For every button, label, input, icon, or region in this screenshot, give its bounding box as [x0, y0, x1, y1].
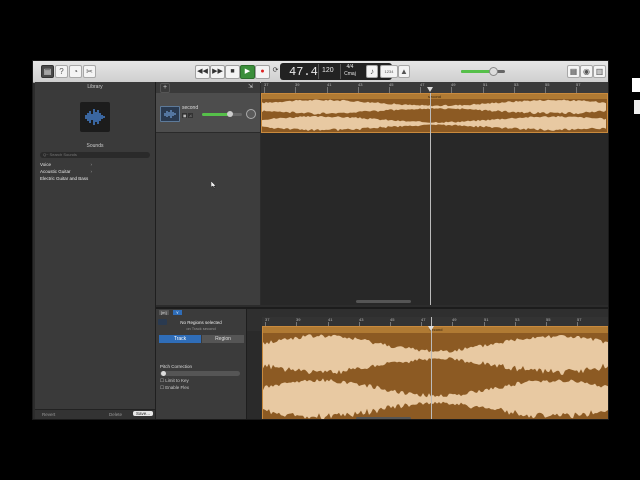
- garageband-window: ▤ ? ◔ ✂ ◀◀ ▶▶ ■ ▶ ● ⟳ 47.4 120 4/4 Cmaj …: [32, 60, 609, 420]
- editor-ruler[interactable]: 37 39 41 43 45 47 49 51 53 55 57: [262, 317, 608, 328]
- count-in-button[interactable]: 1234: [380, 65, 398, 78]
- playhead-position: 47.4: [289, 65, 318, 79]
- track-header[interactable]: second ◼ ♫: [156, 93, 260, 133]
- sounds-title: Sounds: [86, 143, 104, 149]
- headphones-icon[interactable]: ♫: [188, 113, 193, 118]
- editor-ruler-tick: 49: [452, 317, 457, 328]
- library-category-electric-guitar-bass[interactable]: Electric Guitar and Bass: [40, 176, 148, 181]
- editor-ruler-tick: 55: [546, 317, 551, 328]
- ruler-tick: 55: [545, 82, 550, 93]
- editor-ruler-tick: 51: [484, 317, 489, 328]
- editor-ruler-tick: 45: [390, 317, 395, 328]
- editor-inspector: [m] Y No Regions selected on Track secon…: [156, 309, 247, 419]
- limit-to-key-checkbox[interactable]: ☐ Limit to Key: [160, 378, 189, 384]
- edge-artifact: [632, 78, 640, 92]
- audio-editor: [m] Y No Regions selected on Track secon…: [156, 307, 608, 419]
- pitch-correction-slider[interactable]: [160, 371, 240, 376]
- ruler-tick: 39: [295, 82, 300, 93]
- tab-region[interactable]: Region: [202, 335, 244, 343]
- add-track-button[interactable]: +: [160, 83, 170, 93]
- editor-ruler-tick: 53: [515, 317, 520, 328]
- editors-icon[interactable]: ✂: [83, 65, 96, 78]
- ruler-tick: 57: [576, 82, 581, 93]
- catch-playhead-icon[interactable]: ⇲: [248, 83, 253, 90]
- tempo-value: 120: [322, 67, 334, 74]
- rewind-icon[interactable]: ◀◀: [195, 65, 210, 79]
- track-icon: [160, 106, 180, 122]
- no-selection-sub: on Track second: [186, 326, 216, 331]
- editor-ruler-tick: 43: [359, 317, 364, 328]
- editor-scrollbar[interactable]: [356, 417, 411, 419]
- media-browser-icon[interactable]: ▥: [593, 65, 606, 78]
- editor-mode-button[interactable]: [m]: [159, 310, 169, 315]
- revert-button[interactable]: Revert: [42, 412, 55, 417]
- play-icon[interactable]: ▶: [240, 65, 255, 79]
- ruler-tick: 49: [451, 82, 456, 93]
- editor-playhead-handle[interactable]: [428, 326, 434, 331]
- enable-flex-label: Enable Flex: [165, 385, 190, 390]
- ruler-tick: 41: [327, 82, 332, 93]
- editor-playhead-line: [431, 317, 432, 419]
- pitch-correction-label: Pitch Correction: [160, 364, 193, 369]
- tracks-area[interactable]: second: [261, 93, 608, 305]
- library-category-acoustic-guitar[interactable]: Acoustic Guitar ›: [40, 169, 148, 174]
- toolbar: ▤ ? ◔ ✂ ◀◀ ▶▶ ■ ▶ ● ⟳ 47.4 120 4/4 Cmaj …: [33, 61, 608, 83]
- ruler-tick: 37: [264, 82, 269, 93]
- save-button[interactable]: Save...: [133, 411, 154, 416]
- library-category-voice[interactable]: Voice ›: [40, 162, 148, 167]
- tab-track[interactable]: Track: [159, 335, 201, 343]
- mute-button[interactable]: ◼: [182, 113, 188, 118]
- metronome-icon[interactable]: ▲: [398, 65, 410, 78]
- library-title: Library: [87, 84, 103, 90]
- patch-waveform-icon: [80, 102, 110, 132]
- ruler-tick: 53: [514, 82, 519, 93]
- master-volume-slider[interactable]: [461, 67, 505, 76]
- region-waveform: [262, 99, 606, 132]
- limit-to-key-label: Limit to Key: [165, 378, 189, 383]
- ruler-tick: 43: [358, 82, 363, 93]
- mouse-cursor-icon: [211, 181, 217, 189]
- library-icon[interactable]: ▤: [41, 65, 54, 78]
- time-signature: 4/4 Cmaj: [344, 64, 356, 77]
- playhead-line: [430, 93, 431, 305]
- playhead-handle[interactable]: [427, 87, 433, 92]
- record-icon[interactable]: ●: [255, 65, 270, 79]
- editor-audio-region[interactable]: second: [262, 326, 608, 419]
- smart-controls-icon[interactable]: ◔: [69, 65, 82, 78]
- editor-pitch-gutter: [247, 331, 261, 419]
- edge-artifact: [634, 100, 640, 114]
- editor-ruler-tick: 57: [577, 317, 582, 328]
- ruler-tick: 47: [420, 82, 425, 93]
- ruler-tick: 45: [389, 82, 394, 93]
- library-search-input[interactable]: Q~ Search Sounds: [40, 152, 150, 158]
- loop-browser-icon[interactable]: ◉: [580, 65, 593, 78]
- editor-ruler-tick: 37: [265, 317, 270, 328]
- pan-knob[interactable]: [246, 109, 256, 119]
- library-panel: Library Sounds Q~ Search Sounds Voice › A…: [35, 82, 156, 419]
- editor-ruler-tick: 47: [421, 317, 426, 328]
- editor-waveform: [263, 334, 608, 419]
- tuner-icon[interactable]: ♪: [366, 65, 378, 78]
- library-footer: Revert Delete Save...: [35, 409, 155, 419]
- track-list-empty-area[interactable]: [156, 133, 260, 305]
- editor-ruler-tick: 39: [296, 317, 301, 328]
- track-name[interactable]: second: [182, 105, 198, 111]
- ruler-tick: 51: [483, 82, 488, 93]
- help-icon[interactable]: ?: [55, 65, 68, 78]
- fast-forward-icon[interactable]: ▶▶: [210, 65, 225, 79]
- audio-region[interactable]: second: [261, 93, 608, 133]
- track-volume-slider[interactable]: [202, 111, 242, 117]
- enable-flex-checkbox[interactable]: ☐ Enable Flex: [160, 385, 189, 391]
- stop-icon[interactable]: ■: [225, 65, 240, 79]
- tuning-button[interactable]: Y: [173, 310, 182, 315]
- editor-ruler-tick: 41: [328, 317, 333, 328]
- no-selection-title: No Regions selected: [180, 320, 222, 325]
- notepad-icon[interactable]: ▦: [567, 65, 580, 78]
- delete-button[interactable]: Delete: [109, 412, 122, 417]
- horizontal-scrollbar[interactable]: [356, 300, 411, 303]
